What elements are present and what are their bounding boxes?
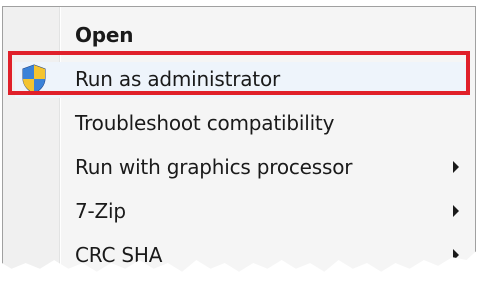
screenshot-stage: Open Run as administrator Troubleshoot c… [0,0,478,299]
menu-item-label: CRC SHA [75,243,163,267]
submenu-arrow-icon [453,161,459,173]
menu-item-label: Troubleshoot compatibility [75,111,335,135]
menu-item-troubleshoot-compatibility[interactable]: Troubleshoot compatibility [3,101,473,145]
submenu-arrow-icon [453,205,459,217]
submenu-arrow-icon [453,249,459,261]
menu-item-label: Run with graphics processor [75,155,353,179]
red-highlight-box [8,51,470,95]
menu-item-label: 7-Zip [75,199,126,223]
context-menu: Open Run as administrator Troubleshoot c… [2,6,476,272]
menu-item-7-zip[interactable]: 7-Zip [3,189,473,233]
menu-item-run-with-graphics-processor[interactable]: Run with graphics processor [3,145,473,189]
menu-item-label: Open [75,23,134,47]
menu-item-crc-sha[interactable]: CRC SHA [3,233,473,272]
